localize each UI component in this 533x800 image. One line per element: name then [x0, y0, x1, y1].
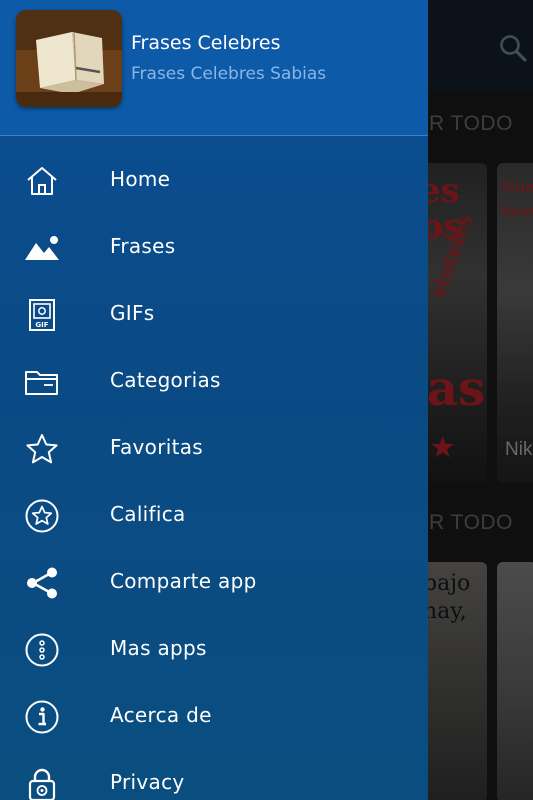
menu-label: Categorias — [110, 368, 221, 392]
more-circle-icon — [24, 633, 60, 667]
menu-item-frases[interactable]: Frases — [0, 214, 428, 281]
menu-item-favoritas[interactable]: Favoritas — [0, 415, 428, 482]
menu-item-comparte-app[interactable]: Comparte app — [0, 549, 428, 616]
menu-item-califica[interactable]: Califica — [0, 482, 428, 549]
menu-label: Privacy — [110, 770, 185, 794]
svg-text:GIF: GIF — [35, 321, 48, 329]
menu-item-categorias[interactable]: Categorias — [0, 348, 428, 415]
menu-label: Home — [110, 167, 171, 191]
menu-label: Califica — [110, 502, 186, 526]
menu-item-acerca-de[interactable]: Acerca de — [0, 683, 428, 750]
menu-item-mas-apps[interactable]: Mas apps — [0, 616, 428, 683]
menu-label: Favoritas — [110, 435, 203, 459]
menu-label: GIFs — [110, 301, 155, 325]
menu-label: Acerca de — [110, 703, 212, 727]
menu-item-gifs[interactable]: GIF GIFs — [0, 281, 428, 348]
lock-icon — [24, 767, 60, 800]
info-icon — [24, 700, 60, 734]
app-logo — [16, 10, 122, 107]
menu-label: Frases — [110, 234, 176, 258]
navigation-drawer: Frases Celebres Frases Celebres Sabias H… — [0, 0, 428, 800]
menu-label: Mas apps — [110, 636, 207, 660]
star-circle-icon — [24, 499, 60, 533]
image-icon — [24, 231, 60, 265]
menu-item-home[interactable]: Home — [0, 147, 428, 214]
star-icon — [24, 432, 60, 466]
menu-item-privacy[interactable]: Privacy — [0, 750, 428, 800]
drawer-header: Frases Celebres Frases Celebres Sabias — [0, 0, 428, 136]
home-icon — [24, 164, 60, 198]
app-title: Frases Celebres — [131, 32, 281, 54]
gif-file-icon: GIF — [24, 298, 60, 332]
folder-icon — [24, 365, 60, 399]
share-icon — [24, 566, 60, 600]
menu-label: Comparte app — [110, 569, 257, 593]
app-subtitle: Frases Celebres Sabias — [131, 64, 327, 84]
